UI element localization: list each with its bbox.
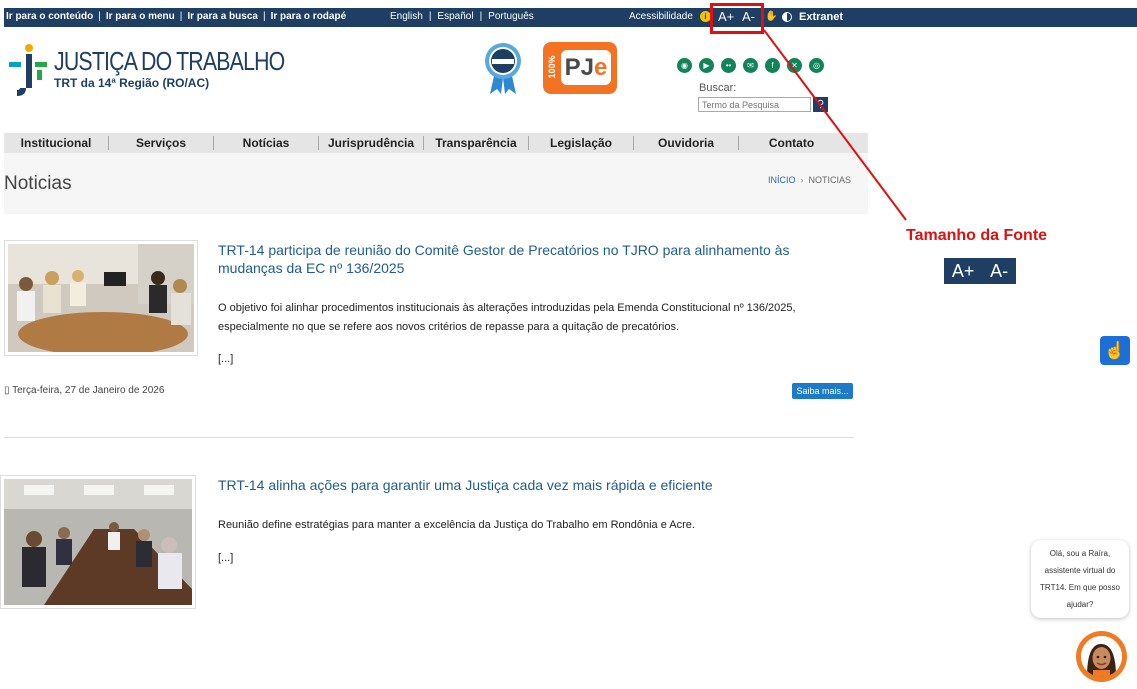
menu-item-ouvidoria[interactable]: Ouvidoria	[634, 136, 739, 150]
meeting-photo-2	[4, 479, 192, 605]
article-2-more: [...]	[218, 552, 234, 564]
search-icon: ⚲	[816, 99, 825, 110]
breadcrumb-home-link[interactable]: INÍCIO	[768, 175, 796, 185]
lang-english-link[interactable]: English	[390, 11, 423, 22]
site-subtitle: TRT da 14ª Região (RO/AC)	[54, 76, 210, 90]
assistant-avatar-icon	[1081, 636, 1122, 677]
pje-percent: 100%	[547, 55, 557, 79]
annotation-font-badge: A+ A-	[944, 258, 1016, 284]
article-2-title[interactable]: TRT-14 alinha ações para garantir uma Ju…	[218, 476, 838, 494]
skip-to-menu-link[interactable]: Ir para o menu	[106, 11, 175, 22]
pje-pj: PJ	[564, 54, 594, 81]
article-1-title[interactable]: TRT-14 participa de reunião do Comitê Ge…	[218, 241, 838, 277]
annotation-font-minus: A-	[990, 260, 1009, 281]
sign-language-icon[interactable]: ✋	[765, 11, 777, 23]
chat-bubble[interactable]: Olá, sou a Raíra, assistente virtual do …	[1031, 540, 1129, 618]
article-divider	[4, 437, 854, 438]
page-title-band	[4, 153, 868, 214]
search-button[interactable]: ⚲	[813, 97, 828, 112]
pje-e: e	[594, 54, 608, 81]
facebook-icon[interactable]: f	[765, 58, 780, 73]
menu-item-contato[interactable]: Contato	[739, 136, 844, 150]
calendar-icon: ▯	[4, 385, 13, 396]
menu-item-servicos[interactable]: Serviços	[109, 136, 214, 150]
search-label: Buscar:	[699, 82, 737, 94]
separator: |	[479, 11, 483, 22]
accessibility-link[interactable]: Acessibilidade	[629, 11, 693, 22]
separator: |	[98, 11, 101, 22]
site-title[interactable]: JUSTIÇA DO TRABALHO	[54, 46, 285, 77]
separator: |	[262, 11, 266, 22]
meeting-photo-1	[8, 244, 194, 352]
separator: |	[428, 11, 432, 22]
pje-badge: PJe	[561, 50, 611, 85]
chat-avatar[interactable]	[1076, 631, 1127, 682]
breadcrumb: INÍCIO › NOTICIAS	[768, 175, 851, 185]
pje-logo[interactable]: 100% PJe	[543, 42, 617, 94]
page-title: Noticias	[4, 173, 72, 194]
menu-item-jurisprudencia[interactable]: Jurisprudência	[319, 136, 424, 150]
article-2-summary: Reunião define estratégias para manter a…	[218, 519, 695, 531]
article-1-date-text: Terça-feira, 27 de Janeiro de 2026	[12, 385, 165, 396]
skip-links: Ir para o conteúdo | Ir para o menu | Ir p…	[6, 11, 346, 22]
separator: |	[179, 11, 183, 22]
article-1-thumbnail[interactable]	[4, 240, 198, 356]
article-1-summary: O objetivo foi alinhar procedimentos ins…	[218, 302, 796, 333]
flickr-icon[interactable]: ••	[721, 58, 736, 73]
vlibras-hand-icon[interactable]: ☝	[1100, 336, 1130, 365]
contrast-icon[interactable]	[782, 12, 792, 22]
social-links: ◉ ▶ •• ✉ f ✕ ◎	[677, 58, 824, 73]
menu-item-institucional[interactable]: Institucional	[4, 136, 109, 150]
certification-seal-icon[interactable]	[484, 42, 522, 94]
breadcrumb-current: NOTICIAS	[808, 175, 852, 185]
annotation-font-plus: A+	[951, 260, 975, 281]
article-1-date: ▯ Terça-feira, 27 de Janeiro de 2026	[4, 385, 164, 396]
lang-spanish-link[interactable]: Español	[437, 11, 473, 22]
language-links: English | Español | Português	[390, 11, 534, 22]
x-icon[interactable]: ✕	[787, 58, 802, 73]
breadcrumb-separator-icon: ›	[800, 175, 804, 185]
skip-to-search-link[interactable]: Ir para a busca	[187, 11, 258, 22]
annotation-label: Tamanho da Fonte	[906, 227, 1048, 244]
skip-to-content-link[interactable]: Ir para o conteúdo	[6, 11, 93, 22]
justica-trabalho-logo-icon[interactable]	[9, 44, 49, 98]
font-size-highlight	[710, 3, 764, 34]
skip-to-footer-link[interactable]: Ir para o rodapé	[271, 11, 347, 22]
accessibility-bar: Ir para o conteúdo | Ir para o menu | Ir p…	[4, 8, 1137, 27]
extranet-link[interactable]: Extranet	[799, 11, 843, 23]
youtube-icon[interactable]: ▶	[699, 58, 714, 73]
menu-item-noticias[interactable]: Notícias	[214, 136, 319, 150]
article-2-thumbnail[interactable]	[0, 475, 196, 609]
menu-item-legislacao[interactable]: Legislação	[529, 136, 634, 150]
read-more-button[interactable]: Saiba mais...	[792, 383, 853, 399]
instagram-icon[interactable]: ◎	[809, 58, 824, 73]
lang-portuguese-link[interactable]: Português	[488, 11, 534, 22]
main-menu: Institucional Serviços Notícias Jurispru…	[4, 133, 868, 153]
search-input[interactable]	[698, 97, 811, 112]
email-icon[interactable]: ✉	[743, 58, 758, 73]
menu-item-transparencia[interactable]: Transparência	[424, 136, 529, 150]
rss-icon[interactable]: ◉	[677, 58, 692, 73]
article-1-more: [...]	[218, 353, 234, 365]
